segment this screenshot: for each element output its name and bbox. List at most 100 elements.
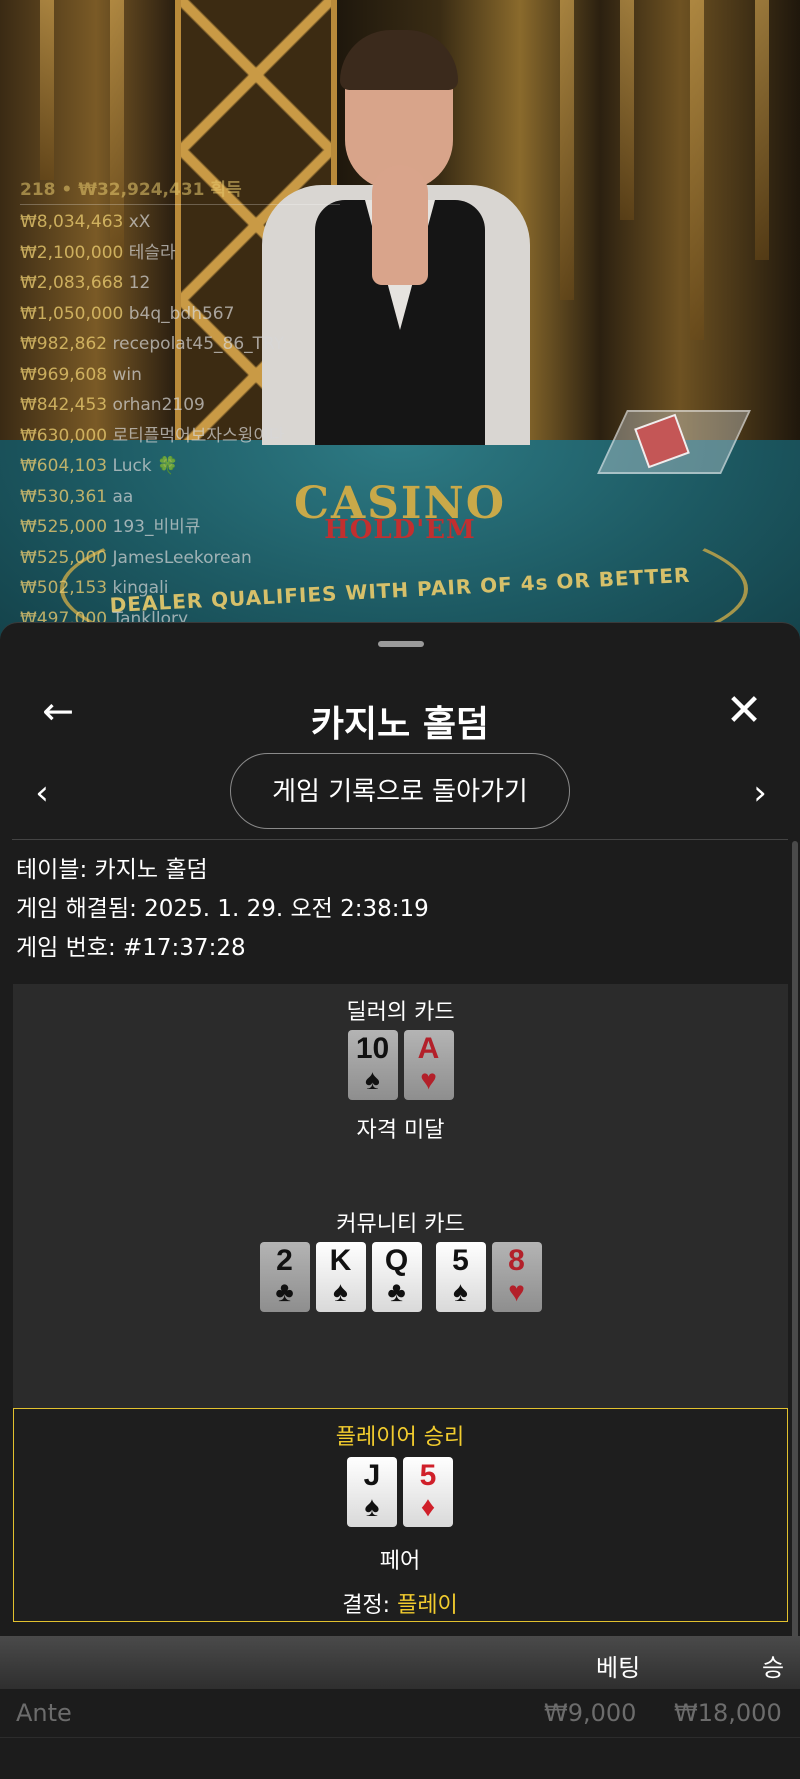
playing-card: 2 ♣: [259, 1242, 310, 1312]
winner-amount: ₩2,083,668: [20, 273, 124, 293]
playing-card: Q ♣: [371, 1242, 422, 1312]
playing-card: 5 ♦: [403, 1457, 453, 1527]
player-result-box: 플레이어 승리 J ♠ 5 ♦ 페어 결정: 플레이: [13, 1408, 788, 1622]
winner-name: 테슬라: [128, 242, 176, 263]
winner-name: 193_비비큐: [112, 517, 201, 537]
winner-row: ₩525,000 193_비비큐: [20, 512, 340, 543]
playing-card: A ♥: [403, 1030, 454, 1100]
back-to-history-button[interactable]: 게임 기록으로 돌아가기: [230, 753, 570, 829]
winner-row: ₩525,000 JamesLeekorean: [20, 543, 340, 574]
decision: 결정: 플레이: [14, 1587, 786, 1619]
winner-row: ₩8,034,463 xX: [20, 207, 340, 238]
chevron-right-icon[interactable]: ›: [742, 771, 778, 815]
card-rank: A: [417, 1032, 440, 1065]
card-rank: 5: [452, 1244, 469, 1277]
card-suit-icon: ♣: [387, 1276, 406, 1307]
winner-row: ₩502,153 kingali: [20, 573, 340, 604]
dealer-result: 자격 미달: [356, 1118, 445, 1143]
close-icon[interactable]: ✕: [722, 689, 766, 733]
winners-summary: 218 • ₩32,924,431 획득: [20, 175, 340, 205]
winner-name: kingali: [112, 578, 169, 598]
drag-handle[interactable]: [378, 641, 424, 647]
winner-row: ₩604,103 Luck 🍀: [20, 451, 340, 482]
card-rank: J: [363, 1459, 381, 1492]
player-hand-rank: 페어: [379, 1549, 421, 1574]
winner-name: recepolat45_86_TRY: [112, 334, 285, 354]
player-cards: J ♠ 5 ♦: [14, 1457, 786, 1527]
winner-amount: ₩630,000: [20, 425, 108, 446]
bet-name: Ante: [16, 1699, 72, 1727]
bet-column-header: 베팅: [596, 1654, 641, 1682]
winner-amount: ₩982,862: [20, 334, 108, 354]
table-name: 테이블: 카지노 홀덤: [16, 857, 208, 883]
winner-name: aa: [112, 486, 134, 507]
resolved-time: 게임 해결됨: 2025. 1. 29. 오전 2:38:19: [16, 896, 429, 922]
playing-card: 10 ♠: [347, 1030, 398, 1100]
decor-stripe: [620, 0, 634, 220]
winner-amount: ₩604,103: [20, 456, 108, 476]
community-cards-label: 커뮤니티 카드: [336, 1212, 465, 1237]
game-number: 게임 번호: #17:37:28: [16, 935, 246, 961]
decision-value: 플레이: [397, 1593, 458, 1618]
winner-amount: ₩525,000: [20, 547, 108, 568]
winner-amount: ₩2,100,000: [20, 242, 124, 263]
decor-stripe: [560, 0, 574, 300]
winner-name: 12: [128, 273, 151, 293]
winner-amount: ₩1,050,000: [20, 303, 124, 324]
card-rank: Q: [384, 1244, 409, 1277]
card-suit-icon: ♣: [275, 1276, 294, 1307]
winner-name: orhan2109: [112, 395, 205, 415]
winner-amount: ₩530,361: [20, 486, 108, 507]
playing-card: 8 ♥: [491, 1242, 542, 1312]
playing-card: K ♠: [315, 1242, 366, 1312]
winner-row: ₩1,050,000 b4q_bdh567: [20, 299, 340, 330]
cards-panel: 딜러의 카드 10 ♠ A ♥ 자격 미달 커뮤니티 카드 2 ♣ K ♠ Q ♣ 5 ♠ 8 ♥: [13, 984, 788, 1436]
card-suit-icon: ♥: [508, 1276, 525, 1307]
card-rank: 5: [419, 1459, 437, 1492]
live-video-stream: CASINO HOLD'EM DEALER QUALIFIES WITH PAI…: [0, 0, 800, 640]
card-rank: 10: [355, 1032, 390, 1065]
winner-row: ₩982,862 recepolat45_86_TRY: [20, 329, 340, 360]
winner-name: JamesLeekorean: [112, 547, 252, 568]
history-nav: ‹ 게임 기록으로 돌아가기 ›: [0, 753, 800, 833]
scrollbar[interactable]: [792, 841, 798, 1641]
winner-row: ₩842,453 orhan2109: [20, 390, 340, 421]
winner-name: win: [112, 364, 142, 385]
player-result: 플레이어 승리: [335, 1425, 465, 1450]
card-suit-icon: ♠: [364, 1491, 380, 1522]
winner-amount: ₩502,153: [20, 578, 108, 598]
card-rank: K: [329, 1244, 352, 1277]
winner-name: 로티플먹어보자스윙이다: [112, 425, 285, 446]
table-row: Ante ₩9,000 ₩18,000: [0, 1689, 800, 1738]
dealer-hands: [372, 165, 428, 285]
decision-label: 결정:: [342, 1593, 398, 1618]
card-suit-icon: ♠: [365, 1064, 380, 1095]
card-suit-icon: ♦: [420, 1491, 436, 1522]
winner-amount: ₩842,453: [20, 395, 108, 415]
winner-amount: ₩8,034,463: [20, 212, 124, 232]
playing-card: 5 ♠: [435, 1242, 486, 1312]
game-info: 테이블: 카지노 홀덤 게임 해결됨: 2025. 1. 29. 오전 2:38…: [16, 851, 776, 968]
sheet-title: 카지노 홀덤: [310, 704, 490, 745]
winner-row: ₩630,000 로티플먹어보자스윙이다: [20, 421, 340, 452]
winner-row: ₩969,608 win: [20, 360, 340, 391]
card-rank: 2: [276, 1244, 293, 1277]
decor-stripe: [755, 0, 769, 260]
playing-card: J ♠: [347, 1457, 397, 1527]
winner-amount: ₩969,608: [20, 364, 108, 385]
winner-row: ₩530,361 aa: [20, 482, 340, 513]
community-cards: 2 ♣ K ♠ Q ♣ 5 ♠ 8 ♥: [13, 1242, 788, 1312]
chevron-left-icon[interactable]: ‹: [24, 771, 60, 815]
winner-name: xX: [128, 212, 151, 232]
bet-amount: ₩9,000: [544, 1699, 637, 1727]
dealer-hair: [340, 30, 458, 90]
sheet-header: ← 카지노 홀덤 ✕: [0, 663, 800, 763]
winner-name: Luck 🍀: [112, 456, 179, 476]
card-suit-icon: ♠: [333, 1276, 348, 1307]
decor-stripe: [40, 0, 54, 180]
win-amount: ₩18,000: [674, 1699, 782, 1727]
winner-row: ₩2,083,668 12: [20, 268, 340, 299]
bet-table-header: 베팅 승: [0, 1636, 800, 1689]
card-suit-icon: ♠: [453, 1276, 468, 1307]
divider: [12, 839, 788, 840]
